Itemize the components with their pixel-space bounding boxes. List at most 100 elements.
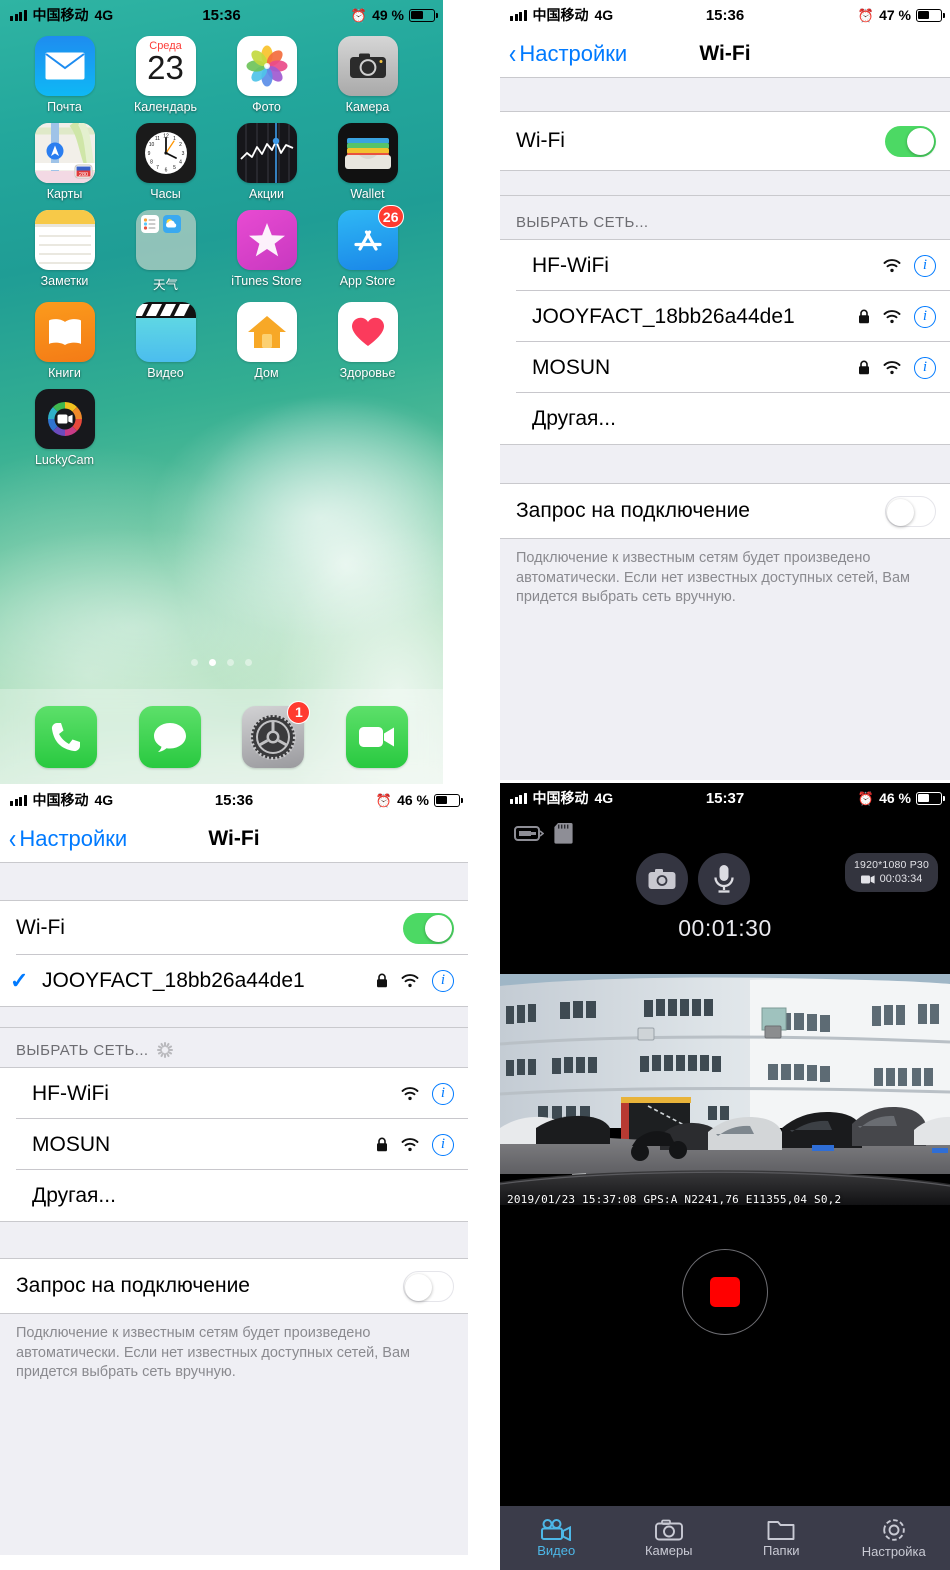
video-camera-icon: [541, 1518, 572, 1541]
dock-item-phone[interactable]: [34, 705, 97, 768]
info-icon[interactable]: i: [914, 305, 936, 328]
info-icon[interactable]: i: [914, 356, 936, 379]
app-ibooks[interactable]: Книги: [14, 302, 115, 380]
svg-text:7: 7: [156, 165, 159, 171]
network-row-hf-wifi[interactable]: HF-WiFi i: [500, 240, 950, 291]
app-app-store[interactable]: 26 App Store: [317, 205, 418, 293]
app-itunes-store[interactable]: iTunes Store: [216, 210, 317, 293]
app-label: Часы: [150, 187, 181, 201]
camera-icon: [337, 36, 398, 96]
tab-settings[interactable]: Настройка: [838, 1518, 950, 1559]
app-videos[interactable]: Видео: [115, 302, 216, 380]
network-row-hf-wifi[interactable]: HF-WiFi i: [0, 1068, 468, 1119]
network-row-jooyfact[interactable]: JOOYFACT_18bb26a44de1 i: [500, 291, 950, 342]
icon-wrap: [236, 36, 297, 96]
app-clock[interactable]: 12 1 2 345 678 9 10 11 Часы: [115, 123, 216, 201]
row-label: Запрос на подключение: [16, 1274, 250, 1297]
page-dot[interactable]: [245, 659, 252, 666]
back-button[interactable]: ‹ Настройки: [500, 39, 628, 68]
tab-video[interactable]: Видео: [500, 1518, 613, 1558]
app-label: Камера: [345, 100, 390, 114]
ask-to-join-toggle[interactable]: [403, 1270, 454, 1302]
svg-text:2: 2: [179, 142, 182, 148]
record-stop-button[interactable]: [682, 1249, 768, 1335]
lock-icon: [859, 360, 869, 375]
tab-cameras[interactable]: Камеры: [613, 1519, 726, 1558]
app-health[interactable]: Здоровье: [317, 302, 418, 380]
microphone-button[interactable]: [698, 853, 750, 905]
dock-item-settings[interactable]: 1: [242, 700, 311, 768]
gear-icon: [883, 1518, 905, 1541]
app-calendar[interactable]: Среда 23 Календарь: [115, 36, 216, 114]
ask-to-join-toggle[interactable]: [885, 495, 936, 527]
tab-folders[interactable]: Папки: [725, 1519, 838, 1558]
battery-icon: [916, 791, 945, 805]
mail-icon: [34, 36, 95, 96]
live-video-preview[interactable]: 2019/01/23 15:37:08 GPS:A N2241,76 E1135…: [500, 960, 950, 1212]
snapshot-button[interactable]: [636, 853, 688, 905]
video-camera-icon: [860, 875, 875, 884]
app-wallet[interactable]: Wallet: [317, 123, 418, 201]
app-photos[interactable]: Фото: [216, 36, 317, 114]
app-weather-folder[interactable]: 天气: [115, 210, 216, 293]
page-dot-active[interactable]: [209, 659, 216, 666]
info-icon[interactable]: i: [914, 254, 936, 277]
info-icon[interactable]: i: [432, 1133, 454, 1156]
app-mail[interactable]: Почта: [14, 36, 115, 114]
back-label: Настройки: [519, 40, 628, 66]
row-wifi-toggle[interactable]: Wi-Fi: [0, 901, 468, 955]
network-row-other[interactable]: Другая...: [500, 393, 950, 444]
battery-percent-label: 46 %: [397, 792, 429, 808]
back-button[interactable]: ‹ Настройки: [0, 824, 127, 853]
network-row-other[interactable]: Другая...: [0, 1170, 468, 1221]
carrier-label: 中国移动: [532, 7, 589, 23]
row-ask-to-join[interactable]: Запрос на подключение: [0, 1259, 468, 1313]
icon-wrap: [337, 123, 398, 183]
status-left: 中国移动 4G: [500, 5, 613, 25]
row-wifi-toggle[interactable]: Wi-Fi: [500, 112, 950, 170]
row-accessories: i: [376, 969, 468, 992]
app-notes[interactable]: Заметки: [14, 210, 115, 293]
screenshot-root: 中国移动 4G 15:36 ⏰ 49 % Почта Среда 23 Кале…: [0, 0, 950, 1570]
recording-resolution: 1920*1080 P30: [853, 859, 929, 871]
page-dots[interactable]: [0, 659, 443, 666]
tab-label: Настройка: [861, 1543, 926, 1559]
page-dot[interactable]: [227, 659, 234, 666]
battery-status-icon: [514, 825, 544, 841]
spacer-before-ask: [0, 1221, 468, 1259]
app-maps[interactable]: 280 Карты: [14, 123, 115, 201]
icon-wrap: 280: [34, 123, 95, 183]
spacer-mid: [500, 170, 950, 196]
page-dot[interactable]: [191, 659, 198, 666]
calendar-icon: Среда 23: [135, 36, 196, 96]
dock-item-messages[interactable]: [138, 705, 201, 768]
wifi-toggle[interactable]: [403, 912, 454, 944]
app-label: iTunes Store: [231, 274, 302, 288]
network-row-mosun[interactable]: MOSUN i: [500, 342, 950, 393]
svg-text:5: 5: [173, 165, 176, 171]
icon-wrap: 12 1 2 345 678 9 10 11: [135, 123, 196, 183]
network-row-connected[interactable]: ✓ JOOYFACT_18bb26a44de1 i: [0, 955, 468, 1006]
app-stocks[interactable]: Акции: [216, 123, 317, 201]
calendar-day: 23: [147, 49, 184, 86]
row-ask-to-join[interactable]: Запрос на подключение: [500, 484, 950, 538]
app-label: Акции: [249, 187, 284, 201]
info-icon[interactable]: i: [432, 969, 454, 992]
network-ssid: MOSUN: [532, 355, 611, 379]
network-ssid: HF-WiFi: [532, 253, 609, 277]
app-label: Книги: [48, 366, 81, 380]
panel-home-screen: 中国移动 4G 15:36 ⏰ 49 % Почта Среда 23 Кале…: [0, 0, 443, 784]
dock-item-facetime[interactable]: [346, 705, 409, 768]
itunes-store-icon: [236, 210, 297, 270]
carrier-label: 中国移动: [532, 790, 589, 806]
app-luckycam[interactable]: LuckyCam: [14, 389, 115, 467]
app-camera[interactable]: Камера: [317, 36, 418, 114]
wifi-toggle[interactable]: [885, 125, 936, 157]
section-header-label: ВЫБРАТЬ СЕТЬ...: [16, 1042, 149, 1059]
network-row-mosun[interactable]: MOSUN i: [0, 1119, 468, 1170]
ask-to-join-footnote: Подключение к известным сетям будет прои…: [500, 538, 950, 620]
info-icon[interactable]: i: [432, 1082, 454, 1105]
status-right: ⏰ 46 %: [858, 790, 950, 806]
wifi-icon: [401, 1087, 419, 1101]
app-home[interactable]: Дом: [216, 302, 317, 380]
